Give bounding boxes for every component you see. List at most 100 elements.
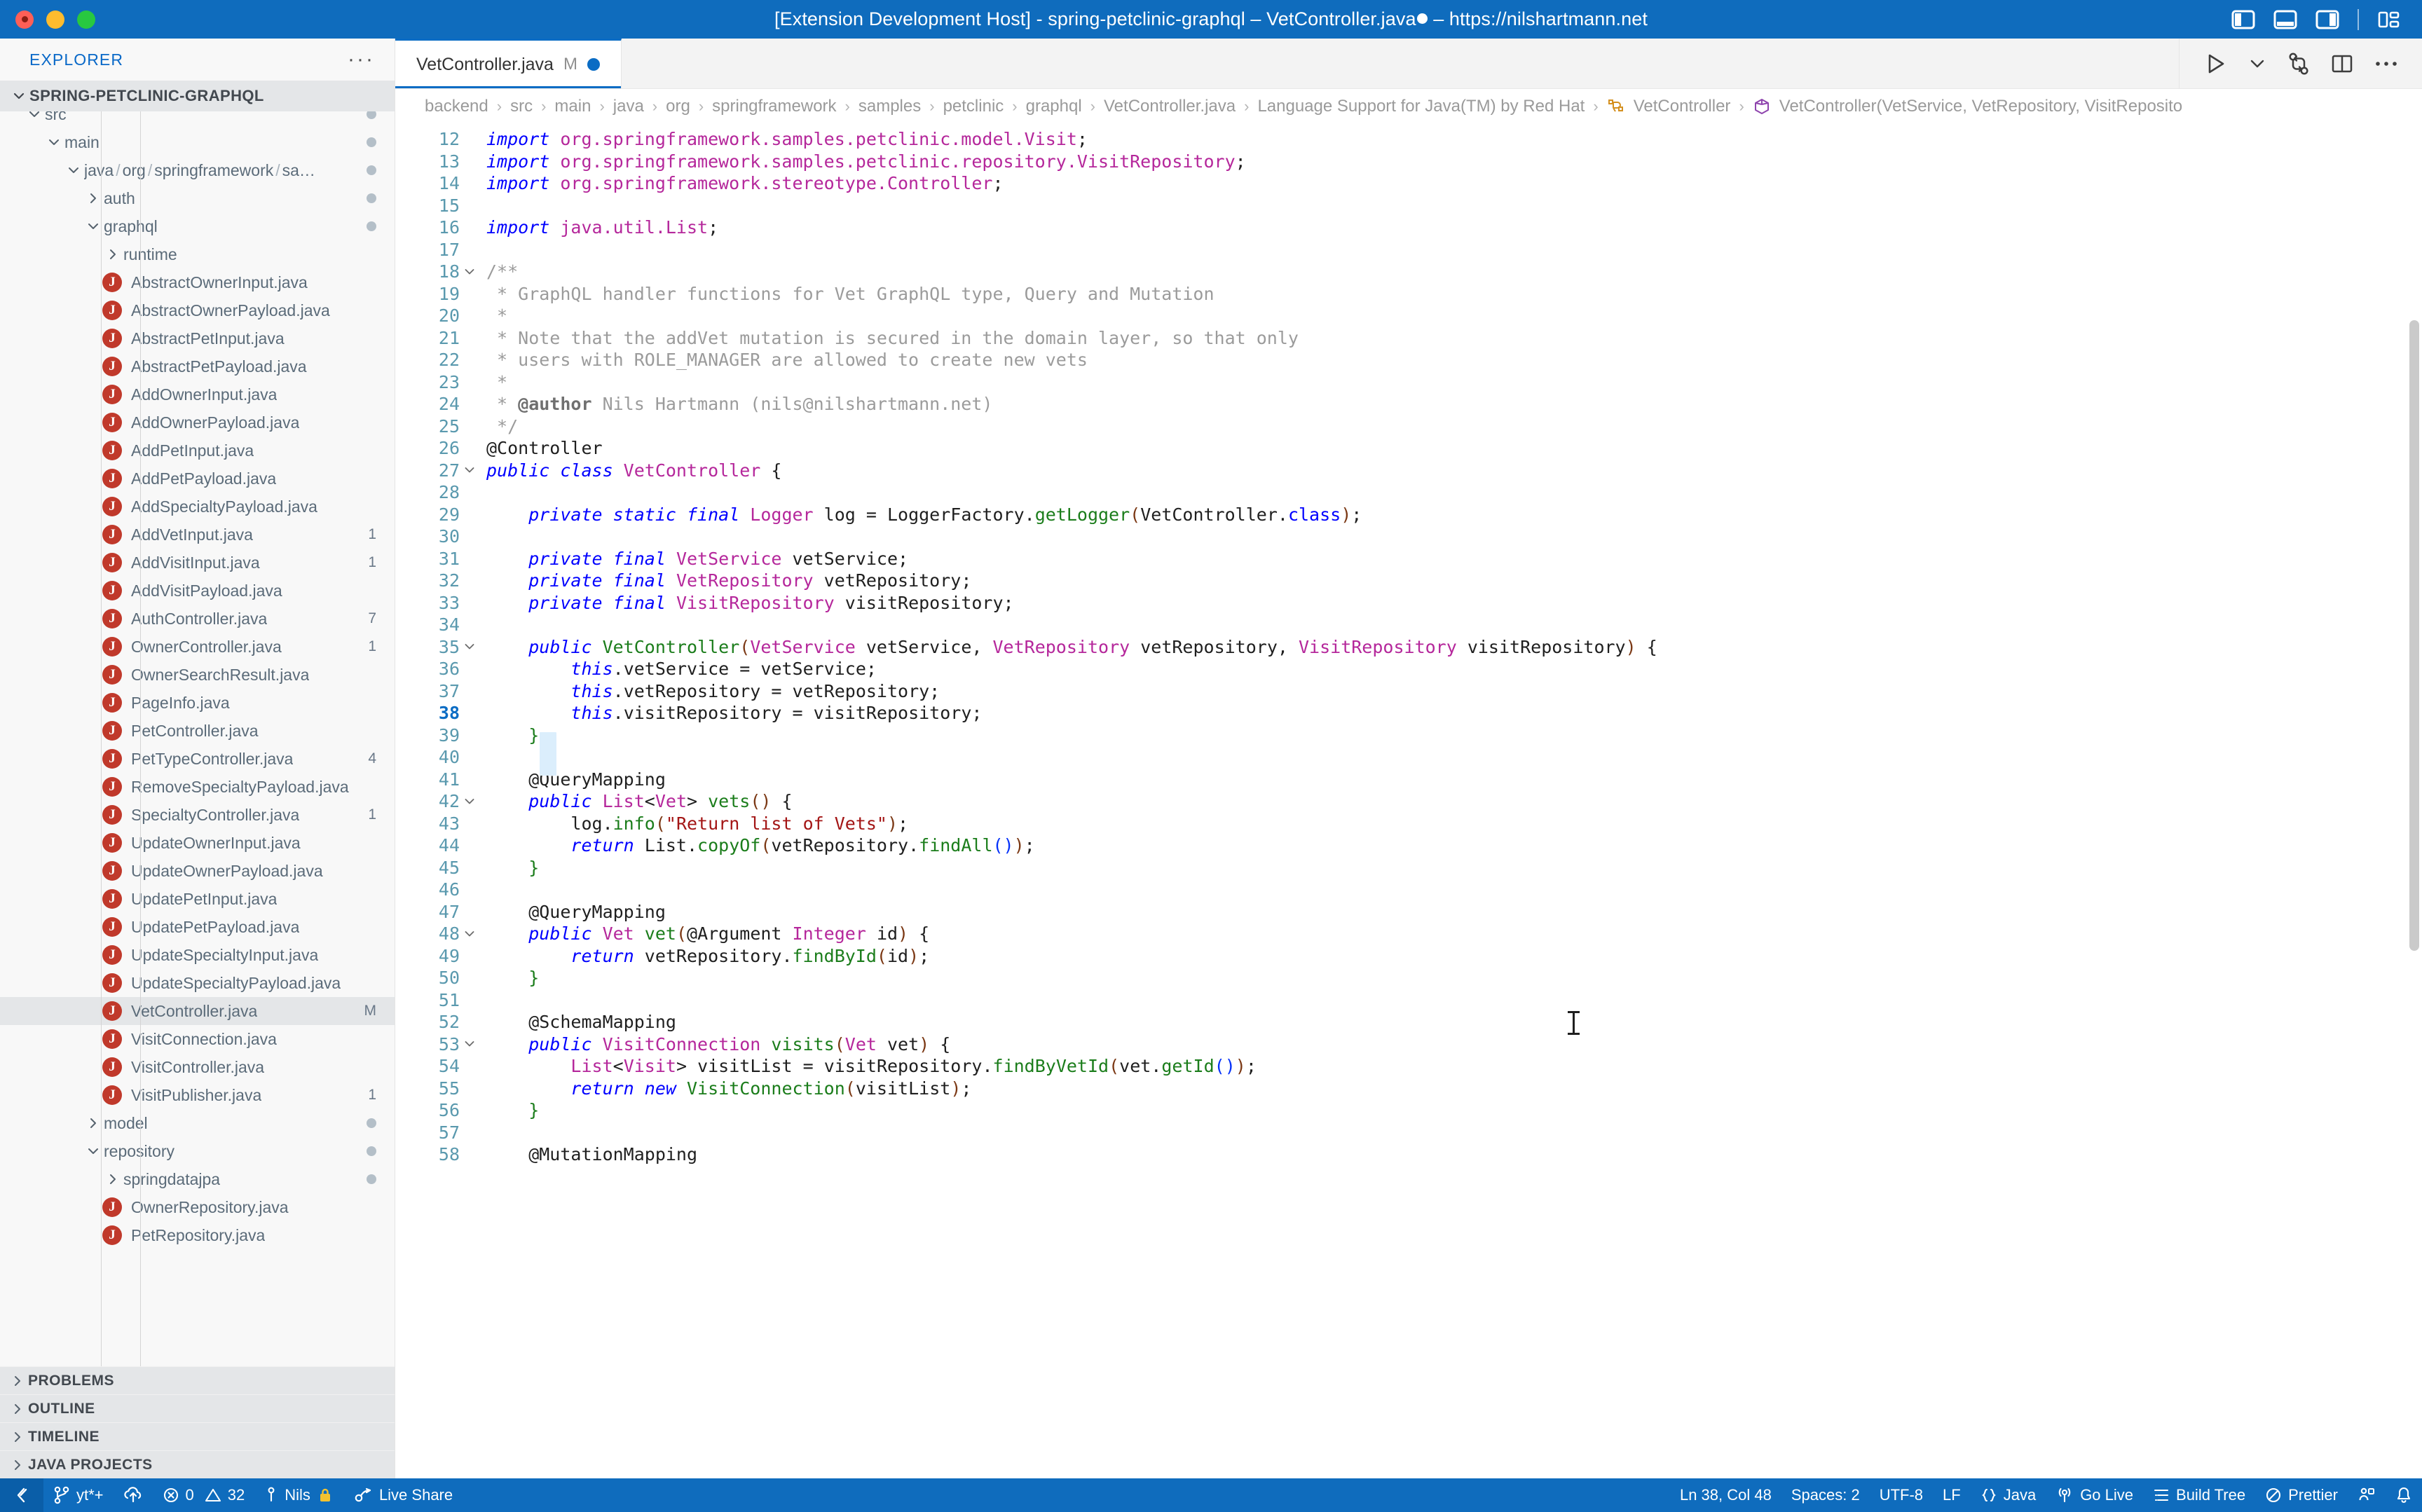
code-line[interactable]: * (479, 305, 2422, 327)
code-line[interactable] (479, 239, 2422, 261)
tree-item-file[interactable]: JUpdateOwnerPayload.java (0, 857, 395, 885)
explorer-more-actions-button[interactable]: ··· (348, 55, 375, 64)
breadcrumb-item[interactable]: backend (425, 97, 488, 116)
tree-item-file[interactable]: JAbstractOwnerPayload.java (0, 296, 395, 324)
tree-item-folder[interactable]: java/org/springframework/sa… (0, 156, 395, 184)
fold-chevron-down-icon[interactable] (461, 790, 478, 813)
go-live-button[interactable]: Go Live (2046, 1486, 2143, 1504)
tree-item-file[interactable]: JOwnerController.java1 (0, 633, 395, 661)
code-line[interactable]: /** (479, 261, 2422, 283)
breadcrumb-item[interactable]: Language Support for Java(TM) by Red Hat (1257, 97, 1585, 116)
code-editor[interactable]: 1213141516171819202122232425262728293031… (395, 124, 2422, 1478)
tree-item-file[interactable]: JUpdatePetPayload.java (0, 913, 395, 941)
tree-item-file[interactable]: JPetController.java (0, 717, 395, 745)
code-line[interactable] (479, 481, 2422, 504)
code-line[interactable]: @SchemaMapping (479, 1011, 2422, 1033)
notifications-bell-button[interactable] (2386, 1486, 2422, 1504)
tree-item-file[interactable]: JAddOwnerInput.java (0, 380, 395, 408)
tree-item-file[interactable]: JUpdateSpecialtyInput.java (0, 941, 395, 969)
code-line[interactable]: import org.springframework.samples.petcl… (479, 151, 2422, 173)
code-line[interactable]: @Controller (479, 437, 2422, 460)
tree-item-file[interactable]: JAuthController.java7 (0, 605, 395, 633)
sidebar-panel-outline[interactable]: OUTLINE (0, 1394, 395, 1422)
tree-item-file[interactable]: JOwnerRepository.java (0, 1193, 395, 1221)
tree-item-folder[interactable]: main (0, 128, 395, 156)
fold-chevron-down-icon[interactable] (461, 261, 478, 283)
code-line[interactable]: @QueryMapping (479, 769, 2422, 791)
file-tree[interactable]: srcmainjava/org/springframework/sa…authg… (0, 111, 395, 1366)
code-line[interactable]: private final VetService vetService; (479, 548, 2422, 570)
tree-item-folder[interactable]: springdatajpa (0, 1165, 395, 1193)
run-options-chevron-down-icon[interactable] (2248, 55, 2266, 73)
chevron-right-icon[interactable] (102, 247, 123, 261)
tree-item-folder[interactable]: model (0, 1109, 395, 1137)
code-line[interactable]: } (479, 857, 2422, 879)
sync-changes-button[interactable] (114, 1478, 153, 1512)
remote-window-indicator[interactable] (0, 1478, 43, 1512)
toggle-secondary-sidebar-icon[interactable] (2315, 9, 2339, 30)
code-line[interactable]: public class VetController { (479, 460, 2422, 482)
tree-item-file[interactable]: JAddPetInput.java (0, 437, 395, 465)
account-user[interactable]: Nils (254, 1478, 343, 1512)
code-line[interactable] (479, 746, 2422, 769)
code-line[interactable]: List<Visit> visitList = visitRepository.… (479, 1055, 2422, 1078)
code-line[interactable]: } (479, 724, 2422, 747)
fold-chevron-down-icon[interactable] (461, 923, 478, 945)
tree-item-file[interactable]: JVisitPublisher.java1 (0, 1081, 395, 1109)
tree-item-file[interactable]: JAddPetPayload.java (0, 465, 395, 493)
live-share-button[interactable]: Live Share (343, 1478, 463, 1512)
prettier-status[interactable]: Prettier (2255, 1486, 2348, 1504)
code-line[interactable]: private final VetRepository vetRepositor… (479, 570, 2422, 592)
tree-item-file[interactable]: JAddVisitInput.java1 (0, 549, 395, 577)
code-line[interactable]: return List.copyOf(vetRepository.findAll… (479, 834, 2422, 857)
code-line[interactable]: return vetRepository.findById(id); (479, 945, 2422, 968)
code-line[interactable] (479, 525, 2422, 548)
code-line[interactable]: @MutationMapping (479, 1143, 2422, 1166)
fold-chevron-down-icon[interactable] (461, 1033, 478, 1056)
sidebar-panel-timeline[interactable]: TIMELINE (0, 1422, 395, 1450)
tree-item-folder[interactable]: graphql (0, 212, 395, 240)
code-line[interactable]: this.visitRepository = visitRepository; (479, 702, 2422, 724)
editor-vertical-scrollbar[interactable] (2409, 320, 2419, 951)
fold-chevron-down-icon[interactable] (461, 460, 478, 482)
chevron-right-icon[interactable] (102, 1172, 123, 1186)
code-line[interactable]: private static final Logger log = Logger… (479, 504, 2422, 526)
code-line[interactable] (479, 879, 2422, 901)
breadcrumb-item[interactable]: samples (858, 97, 921, 116)
code-line[interactable] (479, 614, 2422, 636)
tree-item-file[interactable]: JAbstractPetInput.java (0, 324, 395, 352)
breadcrumb-item[interactable]: java (613, 97, 644, 116)
source-control-compare-icon[interactable] (2287, 52, 2310, 76)
chevron-down-icon[interactable] (63, 163, 84, 177)
tree-item-file[interactable]: JPageInfo.java (0, 689, 395, 717)
code-line[interactable] (479, 1122, 2422, 1144)
code-line[interactable]: * users with ROLE_MANAGER are allowed to… (479, 349, 2422, 371)
code-line[interactable]: * GraphQL handler functions for Vet Grap… (479, 283, 2422, 305)
tree-item-file[interactable]: JVetController.javaM (0, 997, 395, 1025)
tree-item-folder[interactable]: runtime (0, 240, 395, 268)
editor-more-actions-button[interactable] (2374, 60, 2398, 68)
breadcrumb-item[interactable]: graphql (1026, 97, 1082, 116)
tree-item-file[interactable]: JPetRepository.java (0, 1221, 395, 1249)
code-line[interactable]: * Note that the addVet mutation is secur… (479, 327, 2422, 350)
workspace-folder-row[interactable]: SPRING-PETCLINIC-GRAPHQL (0, 81, 395, 111)
code-line[interactable]: * @author Nils Hartmann (nils@nilshartma… (479, 393, 2422, 415)
code-line[interactable]: public List<Vet> vets() { (479, 790, 2422, 813)
code-line[interactable]: private final VisitRepository visitRepos… (479, 592, 2422, 614)
problems-errors-warnings[interactable]: 0 32 (153, 1478, 255, 1512)
breadcrumb-item[interactable]: springframework (712, 97, 836, 116)
code-line[interactable]: import org.springframework.samples.petcl… (479, 128, 2422, 151)
tree-item-folder[interactable]: src (0, 111, 395, 128)
customize-layout-icon[interactable] (2377, 9, 2401, 30)
tree-item-file[interactable]: JOwnerSearchResult.java (0, 661, 395, 689)
sidebar-panel-java-projects[interactable]: JAVA PROJECTS (0, 1450, 395, 1478)
tree-item-file[interactable]: JUpdateSpecialtyPayload.java (0, 969, 395, 997)
tree-item-file[interactable]: JAddVisitPayload.java (0, 577, 395, 605)
line-number-gutter[interactable]: 1213141516171819202122232425262728293031… (395, 124, 479, 1478)
toggle-panel-icon[interactable] (2273, 9, 2297, 30)
code-line[interactable]: this.vetRepository = vetRepository; (479, 680, 2422, 703)
code-line[interactable]: public VisitConnection visits(Vet vet) { (479, 1033, 2422, 1056)
tree-item-file[interactable]: JAbstractPetPayload.java (0, 352, 395, 380)
fold-chevron-down-icon[interactable] (461, 636, 478, 659)
breadcrumb-item[interactable]: VetController(VetService, VetRepository,… (1753, 97, 2182, 116)
